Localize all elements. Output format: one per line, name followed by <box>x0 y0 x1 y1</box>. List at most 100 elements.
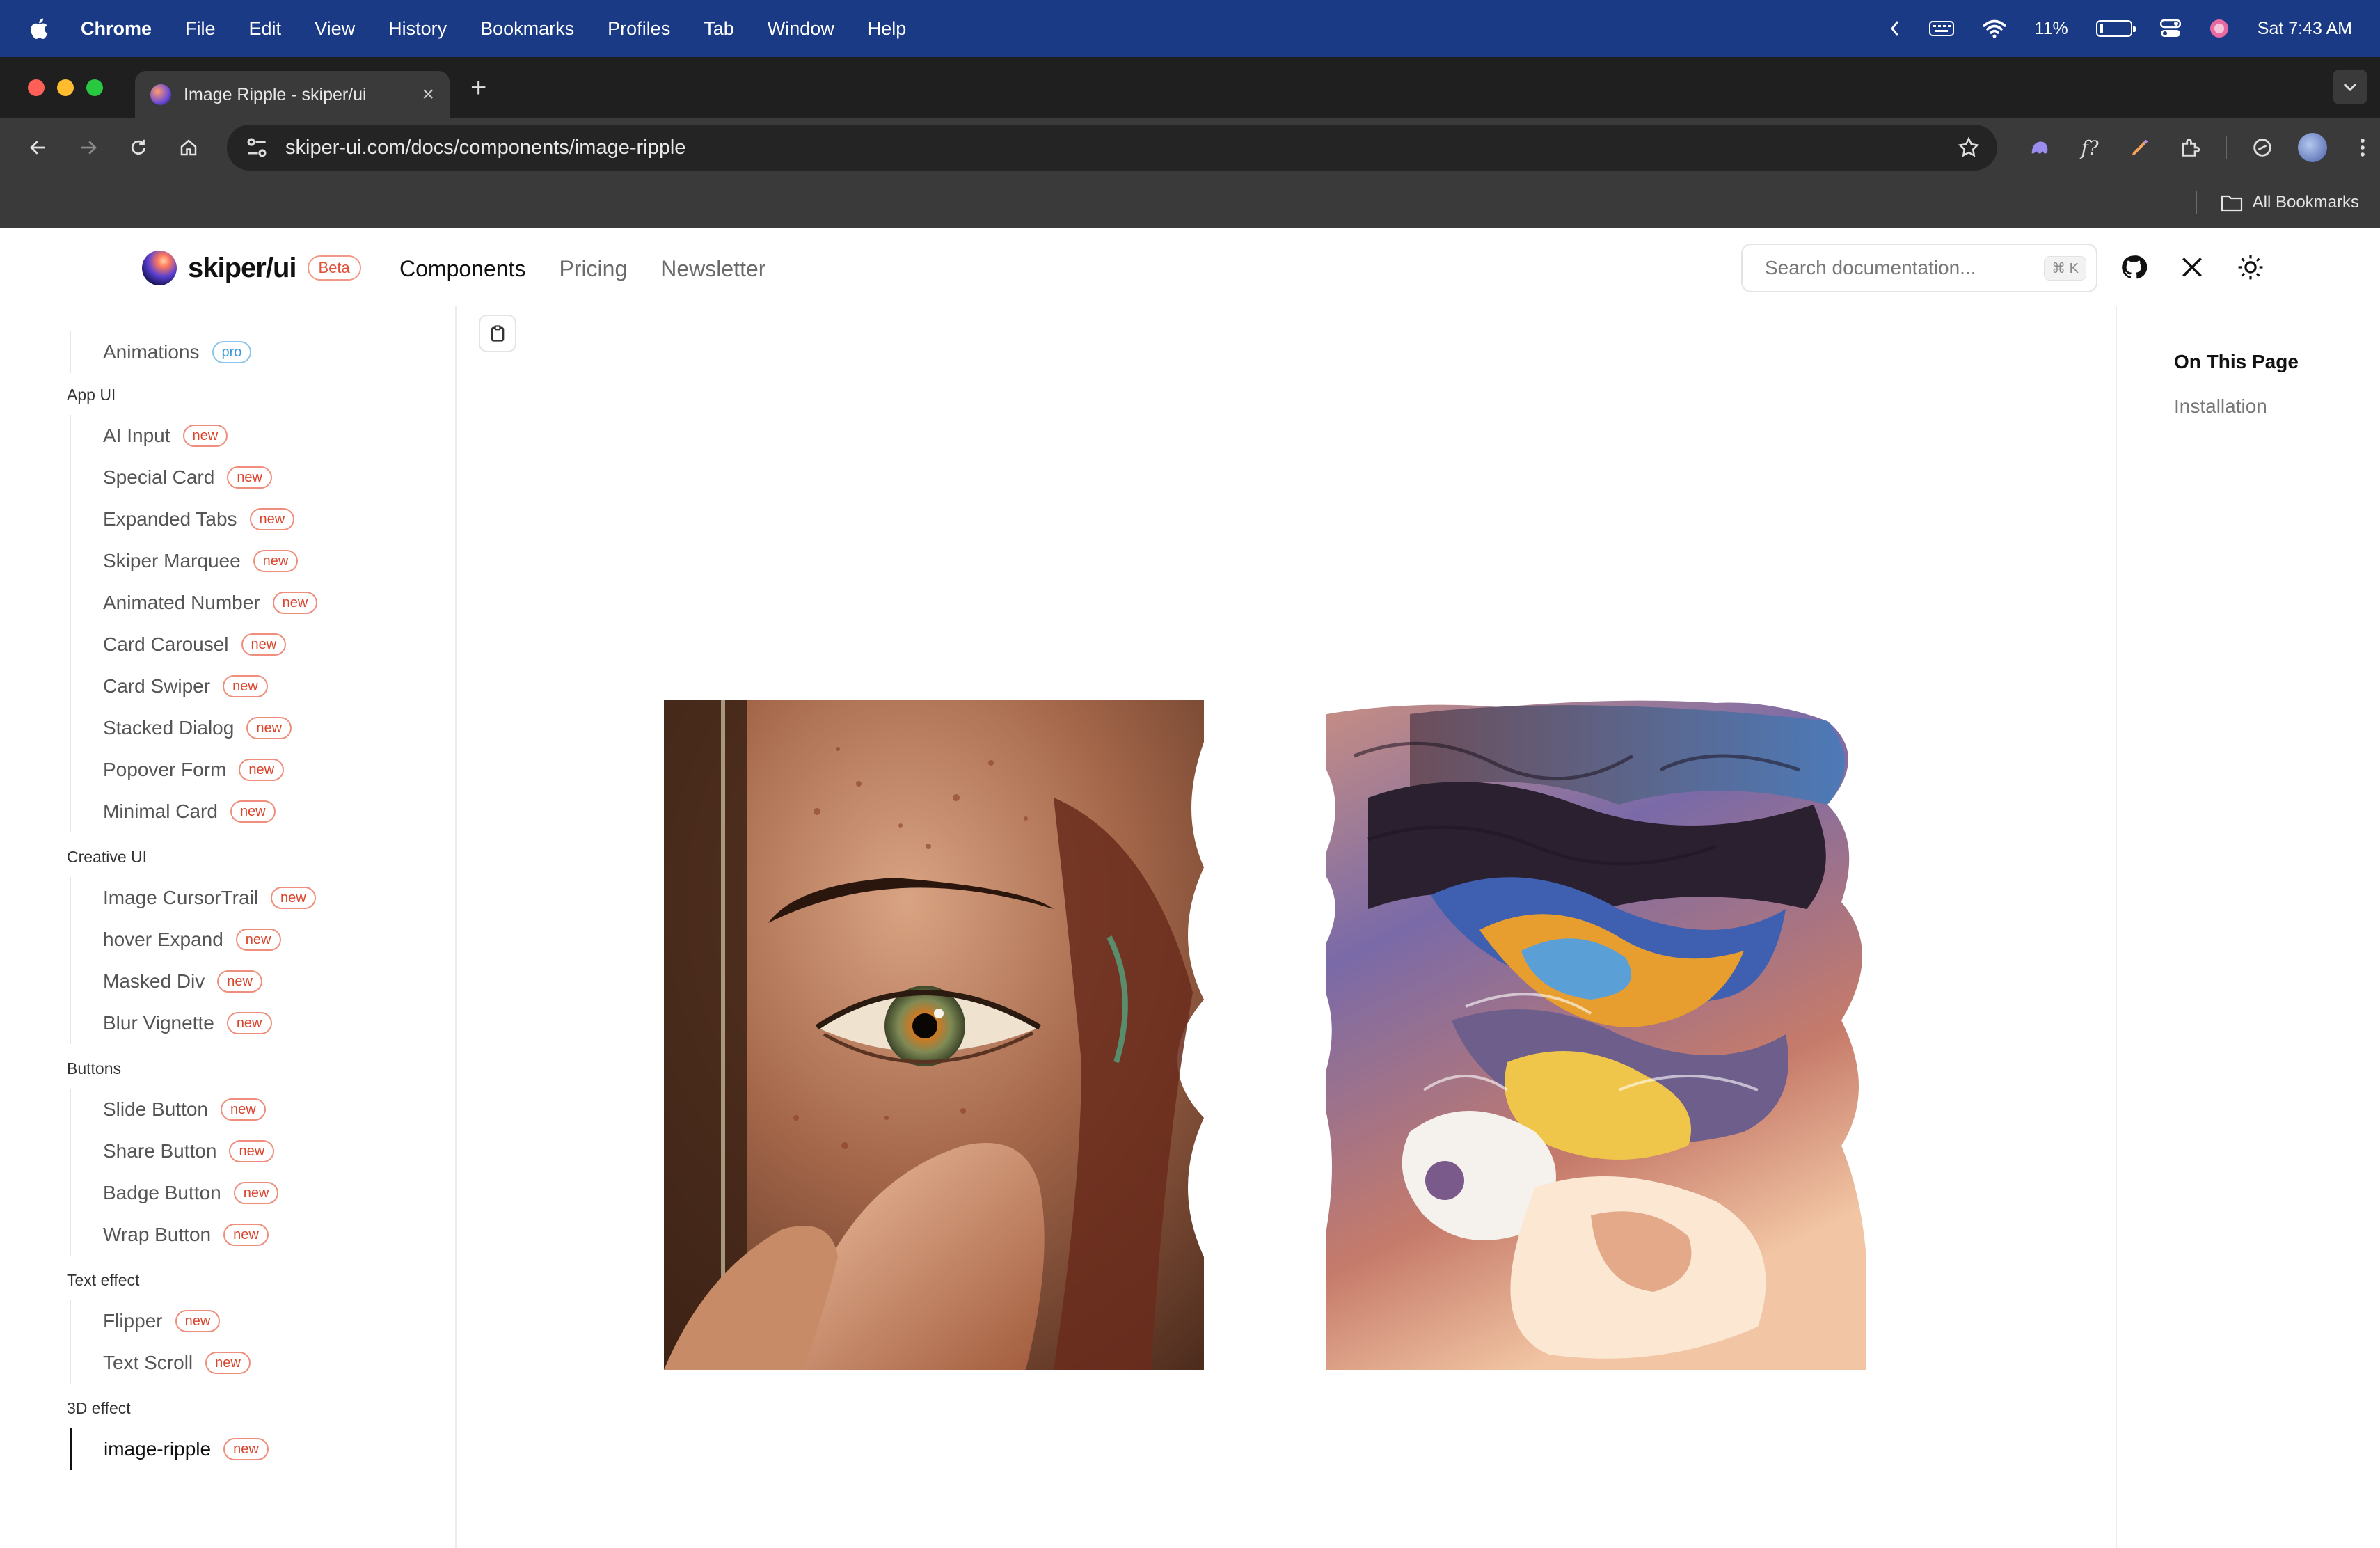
sidebar-item-label: Badge Button <box>103 1182 221 1203</box>
ripple-image-distorted[interactable] <box>1326 700 1866 1370</box>
search-input[interactable]: Search documentation... ⌘ K <box>1741 244 2097 292</box>
extension-ghost-icon[interactable] <box>2025 133 2054 162</box>
sidebar-item-hover-expand[interactable]: hover Expand new <box>70 919 281 961</box>
sidebar-item-special-card[interactable]: Special Card new <box>70 457 273 498</box>
toolbar-divider <box>2226 136 2227 159</box>
sidebar-item-skiper-marquee[interactable]: Skiper Marquee new <box>70 540 299 582</box>
site-logo[interactable]: skiper/ui Beta <box>142 251 361 285</box>
menu-file[interactable]: File <box>185 18 216 40</box>
header-icons <box>2118 252 2266 283</box>
back-button[interactable] <box>19 129 57 166</box>
copy-button[interactable] <box>479 315 516 352</box>
new-badge: new <box>182 425 228 447</box>
new-badge: new <box>223 1438 269 1460</box>
tab-close-icon[interactable]: × <box>422 83 434 106</box>
siri-icon[interactable] <box>2209 18 2230 39</box>
sidebar-item-expanded-tabs[interactable]: Expanded Tabs new <box>70 498 295 540</box>
menubar-clock[interactable]: Sat 7:43 AM <box>2258 19 2352 39</box>
sidebar-item-animations[interactable]: Animations pro <box>70 331 252 373</box>
sidebar-item-popover-form[interactable]: Popover Form new <box>70 749 285 791</box>
address-bar[interactable]: skiper-ui.com/docs/components/image-ripp… <box>227 125 1997 171</box>
sidebar-item-image-ripple[interactable]: image-ripple new <box>70 1428 269 1470</box>
profile-avatar[interactable] <box>2298 133 2327 162</box>
new-badge: new <box>233 1182 279 1204</box>
new-tab-button[interactable]: + <box>470 74 486 102</box>
extension-font-icon[interactable]: f? <box>2075 133 2104 162</box>
forward-button[interactable] <box>70 129 107 166</box>
all-bookmarks-link[interactable]: All Bookmarks <box>2253 193 2359 212</box>
sidebar-item-badge-button[interactable]: Badge Button new <box>70 1172 279 1214</box>
sidebar-item-text-scroll[interactable]: Text Scroll new <box>70 1342 251 1384</box>
sidebar-item-blur-vignette[interactable]: Blur Vignette new <box>70 1002 272 1044</box>
tab-search-button[interactable] <box>2333 70 2367 104</box>
sidebar-item-label: Card Carousel <box>103 633 229 655</box>
menu-tab[interactable]: Tab <box>704 18 734 40</box>
new-badge: new <box>241 633 287 656</box>
new-badge: new <box>227 466 273 489</box>
new-badge: new <box>230 800 276 823</box>
sun-icon[interactable] <box>2235 252 2266 283</box>
menu-window[interactable]: Window <box>768 18 834 40</box>
zoom-window-button[interactable] <box>86 79 103 96</box>
menu-profiles[interactable]: Profiles <box>608 18 670 40</box>
component-preview <box>457 306 2117 1548</box>
new-badge: new <box>249 508 295 530</box>
browser-tab-active[interactable]: Image Ripple - skiper/ui × <box>135 71 450 118</box>
sidebar-item-label: Animated Number <box>103 592 260 613</box>
sidebar-item-label: Flipper <box>103 1310 163 1332</box>
star-icon[interactable] <box>1957 136 1981 159</box>
sidebar-item-flipper[interactable]: Flipper new <box>70 1300 221 1342</box>
new-badge: new <box>205 1352 251 1374</box>
sidebar-item-animated-number[interactable]: Animated Number new <box>70 582 318 624</box>
extensions-row: f? <box>2025 133 2377 162</box>
reload-button[interactable] <box>120 129 157 166</box>
toc-link-installation[interactable]: Installation <box>2174 395 2369 418</box>
sidebar-item-wrap-button[interactable]: Wrap Button new <box>70 1214 269 1256</box>
sidebar-item-card-swiper[interactable]: Card Swiper new <box>70 665 268 707</box>
minimize-window-button[interactable] <box>57 79 74 96</box>
nav-components[interactable]: Components <box>399 256 525 282</box>
menu-bookmarks[interactable]: Bookmarks <box>480 18 574 40</box>
nav-pricing[interactable]: Pricing <box>559 256 627 282</box>
menu-app-name[interactable]: Chrome <box>81 18 152 40</box>
docs-sidebar: Animations pro App UI AI Input new Specia… <box>0 306 457 1548</box>
extension-pen-icon[interactable] <box>2125 133 2155 162</box>
apple-icon[interactable] <box>28 17 49 40</box>
sidebar-item-label: Stacked Dialog <box>103 717 235 739</box>
x-icon[interactable] <box>2177 252 2207 283</box>
menu-history[interactable]: History <box>388 18 447 40</box>
sidebar-item-card-carousel[interactable]: Card Carousel new <box>70 624 287 665</box>
on-this-page: On This Page Installation <box>2174 351 2369 418</box>
chevron-left-icon[interactable] <box>1889 19 1901 38</box>
sidebar-item-label: Popover Form <box>103 759 227 780</box>
home-button[interactable] <box>170 129 207 166</box>
extension-sync-icon[interactable] <box>2248 133 2277 162</box>
close-window-button[interactable] <box>28 79 45 96</box>
sidebar-item-slide-button[interactable]: Slide Button new <box>70 1089 266 1130</box>
nav-newsletter[interactable]: Newsletter <box>660 256 765 282</box>
battery-icon[interactable] <box>2095 20 2136 37</box>
control-center-icon[interactable] <box>2159 19 2181 38</box>
sidebar-item-label: Blur Vignette <box>103 1012 214 1034</box>
menu-help[interactable]: Help <box>868 18 907 40</box>
sidebar-item-share-button[interactable]: Share Button new <box>70 1130 275 1172</box>
sidebar-item-masked-div[interactable]: Masked Div new <box>70 961 262 1002</box>
menu-view[interactable]: View <box>315 18 355 40</box>
sidebar-item-ai-input[interactable]: AI Input new <box>70 415 228 457</box>
extensions-puzzle-icon[interactable] <box>2175 133 2205 162</box>
ripple-image-original[interactable] <box>664 700 1204 1370</box>
browser-menu-icon[interactable] <box>2348 133 2377 162</box>
site-settings-icon[interactable] <box>244 134 270 161</box>
menu-edit[interactable]: Edit <box>249 18 282 40</box>
sidebar-item-stacked-dialog[interactable]: Stacked Dialog new <box>70 707 292 749</box>
github-icon[interactable] <box>2118 252 2149 283</box>
keyboard-icon[interactable] <box>1928 20 1954 37</box>
url-text[interactable]: skiper-ui.com/docs/components/image-ripp… <box>285 136 1957 159</box>
sidebar-item-label: Wrap Button <box>103 1224 212 1245</box>
wifi-icon[interactable] <box>1982 19 2007 38</box>
new-badge: new <box>221 1098 266 1121</box>
sidebar-item-minimal-card[interactable]: Minimal Card new <box>70 791 276 832</box>
sidebar-item-image-cursortrail[interactable]: Image CursorTrail new <box>70 877 316 919</box>
new-badge: new <box>229 1140 275 1162</box>
logo-text: skiper/ui <box>188 252 297 283</box>
